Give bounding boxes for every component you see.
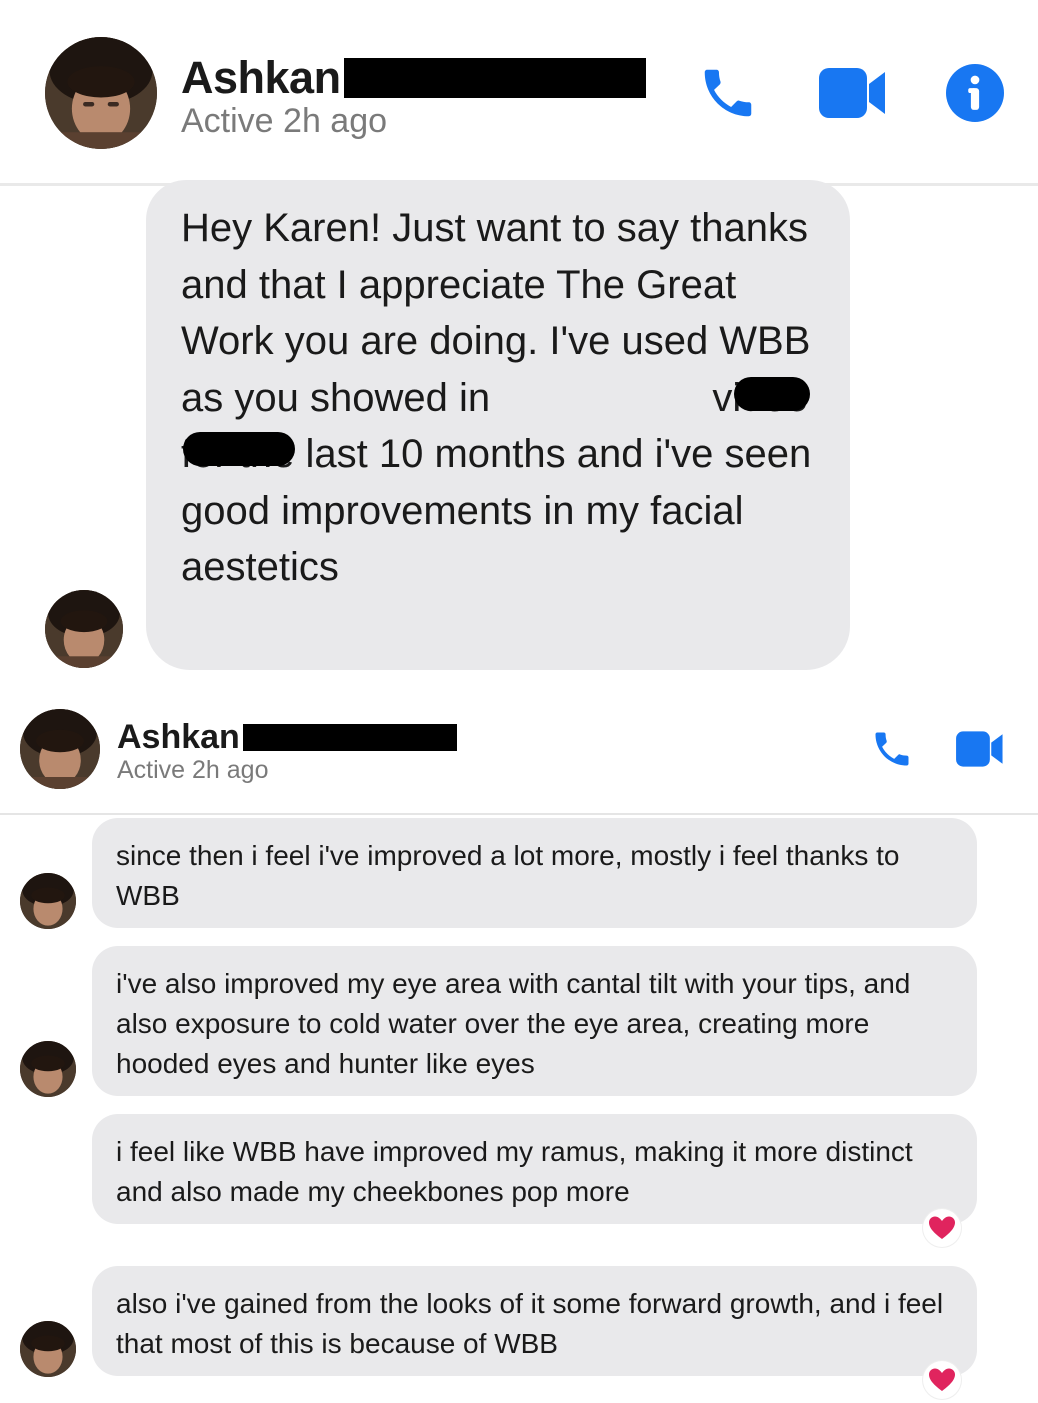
redaction-bar — [344, 58, 646, 98]
video-camera-icon[interactable] — [956, 730, 1004, 768]
contact-avatar[interactable] — [20, 709, 100, 789]
redaction-blob — [183, 432, 295, 466]
phone-icon[interactable] — [697, 62, 759, 124]
sender-avatar — [20, 1321, 76, 1377]
contact-name-block: Ashkan — [181, 52, 341, 104]
info-icon[interactable] — [946, 64, 1004, 122]
contact-status: Active 2h ago — [117, 756, 269, 784]
sender-avatar — [20, 873, 76, 929]
heart-icon[interactable] — [923, 1209, 961, 1247]
sender-avatar — [45, 590, 123, 668]
conversation-screenshot-bottom: Ashkan Active 2h ago since then i feel i… — [0, 690, 1038, 1403]
phone-icon[interactable] — [870, 727, 914, 771]
contact-name: Ashkan — [117, 718, 240, 756]
message-text: i feel like WBB have improved my ramus, … — [116, 1136, 913, 1207]
contact-avatar[interactable] — [45, 37, 157, 149]
chat-header: Ashkan Active 2h ago — [0, 0, 1038, 186]
video-camera-icon[interactable] — [819, 66, 887, 120]
contact-status: Active 2h ago — [181, 102, 388, 140]
message-bubble[interactable]: i've also improved my eye area with cant… — [92, 946, 977, 1096]
redaction-bar — [243, 724, 457, 751]
message-text: also i've gained from the looks of it so… — [116, 1288, 944, 1359]
contact-name: Ashkan — [181, 52, 341, 103]
redaction-blob — [734, 377, 810, 411]
message-bubble[interactable]: i feel like WBB have improved my ramus, … — [92, 1114, 977, 1224]
header-divider — [0, 813, 1038, 815]
message-bubble[interactable]: since then i feel i've improved a lot mo… — [92, 818, 977, 928]
conversation-screenshot-top: Ashkan Active 2h ago Hey Karen! Just wan… — [0, 0, 1038, 690]
heart-icon[interactable] — [923, 1361, 961, 1399]
message-bubble[interactable]: also i've gained from the looks of it so… — [92, 1266, 977, 1376]
message-text: since then i feel i've improved a lot mo… — [116, 840, 900, 911]
message-text: i've also improved my eye area with cant… — [116, 968, 911, 1079]
sender-avatar — [20, 1041, 76, 1097]
